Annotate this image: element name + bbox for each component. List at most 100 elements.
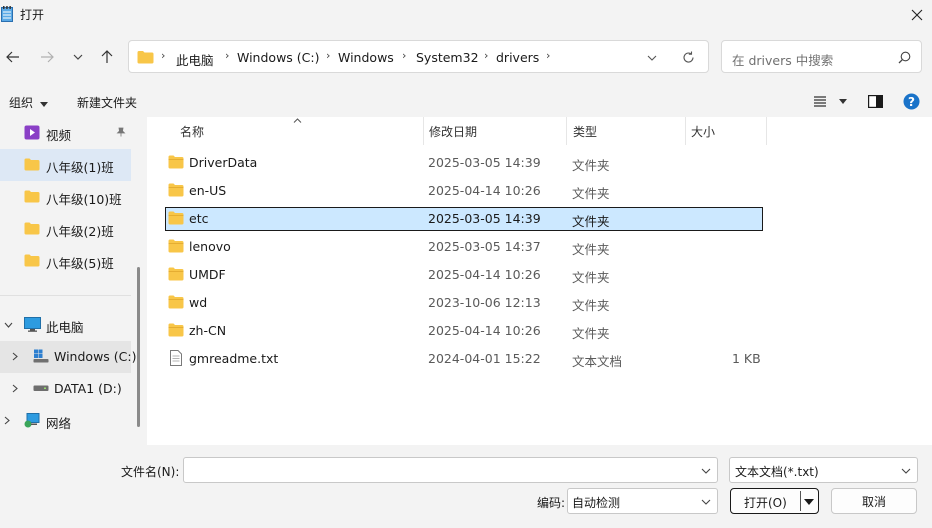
drive-icon xyxy=(33,385,49,391)
command-bar: 组织 新建文件夹 ? xyxy=(0,88,932,116)
folder-icon xyxy=(168,323,184,337)
chevron-right-icon[interactable] xyxy=(4,416,10,425)
nav-item-drive-c[interactable]: Windows (C:) xyxy=(0,341,136,373)
sort-ascending-icon xyxy=(293,118,302,123)
column-header-size[interactable]: 大小 xyxy=(691,123,715,140)
file-name: UMDF xyxy=(189,267,226,282)
file-name: lenovo xyxy=(189,239,231,254)
file-name: gmreadme.txt xyxy=(189,351,279,366)
network-icon xyxy=(24,413,40,428)
chevron-right-icon: › xyxy=(402,49,407,62)
pin-icon[interactable] xyxy=(116,127,126,137)
file-name: wd xyxy=(189,295,208,310)
nav-item-class-1[interactable]: 八年级(1)班 xyxy=(0,149,131,181)
encoding-select[interactable]: 自动检测 xyxy=(567,488,718,514)
folder-icon xyxy=(24,222,40,235)
filetype-select[interactable]: 文本文档(*.txt) xyxy=(729,457,918,483)
video-folder-icon xyxy=(24,125,40,140)
chevron-right-icon: › xyxy=(484,49,489,62)
filename-input[interactable] xyxy=(183,457,718,483)
chevron-right-icon: › xyxy=(161,49,166,62)
folder-icon xyxy=(168,155,184,169)
file-type: 文本文档 xyxy=(572,354,623,369)
file-row[interactable]: DriverData 2025-03-05 14:39 文件夹 xyxy=(165,151,763,175)
preview-pane-button[interactable] xyxy=(868,95,884,111)
breadcrumb-item[interactable]: drivers xyxy=(496,50,539,65)
column-header-type[interactable]: 类型 xyxy=(573,123,597,140)
nav-item-class-10[interactable]: 八年级(10)班 xyxy=(0,181,131,213)
file-modified: 2025-03-05 14:39 xyxy=(428,211,541,226)
chevron-down-icon[interactable] xyxy=(4,322,13,328)
breadcrumb-item[interactable]: Windows xyxy=(338,50,394,65)
recent-locations-button[interactable] xyxy=(67,46,89,68)
chevron-right-icon[interactable] xyxy=(12,352,18,361)
folder-icon xyxy=(168,211,184,225)
column-divider[interactable] xyxy=(566,117,567,145)
chevron-right-icon[interactable] xyxy=(12,384,18,393)
navigation-bar: › 此电脑 › Windows (C:) › Windows › System3… xyxy=(0,38,932,78)
view-options-button[interactable] xyxy=(813,95,847,110)
up-button[interactable] xyxy=(96,46,118,68)
chevron-down-icon xyxy=(701,499,711,505)
nav-item-this-pc[interactable]: 此电脑 xyxy=(0,309,131,341)
caret-down-icon[interactable] xyxy=(804,499,814,505)
organize-label: 组织 xyxy=(9,96,34,110)
close-button[interactable] xyxy=(902,0,932,30)
nav-item-drive-d[interactable]: DATA1 (D:) xyxy=(0,373,131,405)
chevron-down-icon[interactable] xyxy=(647,55,657,61)
nav-item-videos[interactable]: 视频 xyxy=(0,117,131,149)
file-row-selected[interactable]: etc 2025-03-05 14:39 文件夹 xyxy=(165,207,763,231)
chevron-down-icon xyxy=(901,468,911,474)
file-row[interactable]: gmreadme.txt 2024-04-01 15:22 文本文档 1 KB xyxy=(165,347,763,371)
help-button[interactable]: ? xyxy=(903,93,920,113)
cancel-button[interactable]: 取消 xyxy=(831,488,917,514)
forward-button[interactable] xyxy=(36,46,58,68)
nav-item-class-5[interactable]: 八年级(5)班 xyxy=(0,245,131,277)
navigation-scrollbar[interactable] xyxy=(137,267,140,427)
open-button[interactable]: 打开(O) xyxy=(730,488,819,514)
nav-item-label: 此电脑 xyxy=(46,320,84,335)
breadcrumb-item[interactable]: System32 xyxy=(416,50,479,65)
column-divider[interactable] xyxy=(766,117,767,145)
search-input[interactable]: 在 drivers 中搜索 xyxy=(721,40,922,73)
new-folder-button[interactable]: 新建文件夹 xyxy=(77,94,137,111)
column-header-name[interactable]: 名称 xyxy=(180,123,204,140)
caret-down-icon xyxy=(838,99,847,104)
column-divider[interactable] xyxy=(685,117,686,145)
folder-icon xyxy=(168,239,184,253)
folder-icon xyxy=(24,190,40,203)
column-divider[interactable] xyxy=(423,117,424,145)
list-view-icon xyxy=(814,96,826,107)
address-bar[interactable]: › 此电脑 › Windows (C:) › Windows › System3… xyxy=(128,40,709,73)
nav-item-network[interactable]: 网络 xyxy=(0,405,131,437)
file-type: 文件夹 xyxy=(572,326,610,341)
file-row[interactable]: lenovo 2025-03-05 14:37 文件夹 xyxy=(165,235,763,259)
file-modified: 2024-04-01 15:22 xyxy=(428,351,541,366)
breadcrumb-item[interactable]: Windows (C:) xyxy=(237,50,319,65)
file-row[interactable]: UMDF 2025-04-14 10:26 文件夹 xyxy=(165,263,763,287)
file-row[interactable]: en-US 2025-04-14 10:26 文件夹 xyxy=(165,179,763,203)
back-button[interactable] xyxy=(2,46,24,68)
divider xyxy=(0,295,131,296)
text-file-icon xyxy=(170,350,182,366)
chevron-down-icon[interactable] xyxy=(701,468,711,474)
encoding-label: 编码: xyxy=(537,496,566,510)
organize-menu[interactable]: 组织 xyxy=(9,94,48,111)
column-header-modified[interactable]: 修改日期 xyxy=(429,123,477,140)
refresh-icon[interactable] xyxy=(682,51,695,64)
arrow-right-icon xyxy=(41,51,54,63)
breadcrumb-item[interactable]: 此电脑 xyxy=(176,50,214,69)
windows-drive-icon xyxy=(33,349,49,363)
nav-item-class-2[interactable]: 八年级(2)班 xyxy=(0,213,131,245)
filename-label: 文件名(N): xyxy=(121,465,180,479)
file-modified: 2025-04-14 10:26 xyxy=(428,267,541,282)
arrow-up-icon xyxy=(101,50,113,63)
file-type: 文件夹 xyxy=(572,158,610,173)
file-type: 文件夹 xyxy=(572,214,610,229)
nav-item-label: DATA1 (D:) xyxy=(54,381,122,396)
file-row[interactable]: wd 2023-10-06 12:13 文件夹 xyxy=(165,291,763,315)
chevron-right-icon: › xyxy=(326,49,331,62)
file-row[interactable]: zh-CN 2025-04-14 10:26 文件夹 xyxy=(165,319,763,343)
navigation-pane: 视频 八年级(1)班 八年级(10)班 八年级(2)班 八年级(5)班 此电脑 … xyxy=(0,117,147,445)
chevron-right-icon: › xyxy=(225,49,230,62)
